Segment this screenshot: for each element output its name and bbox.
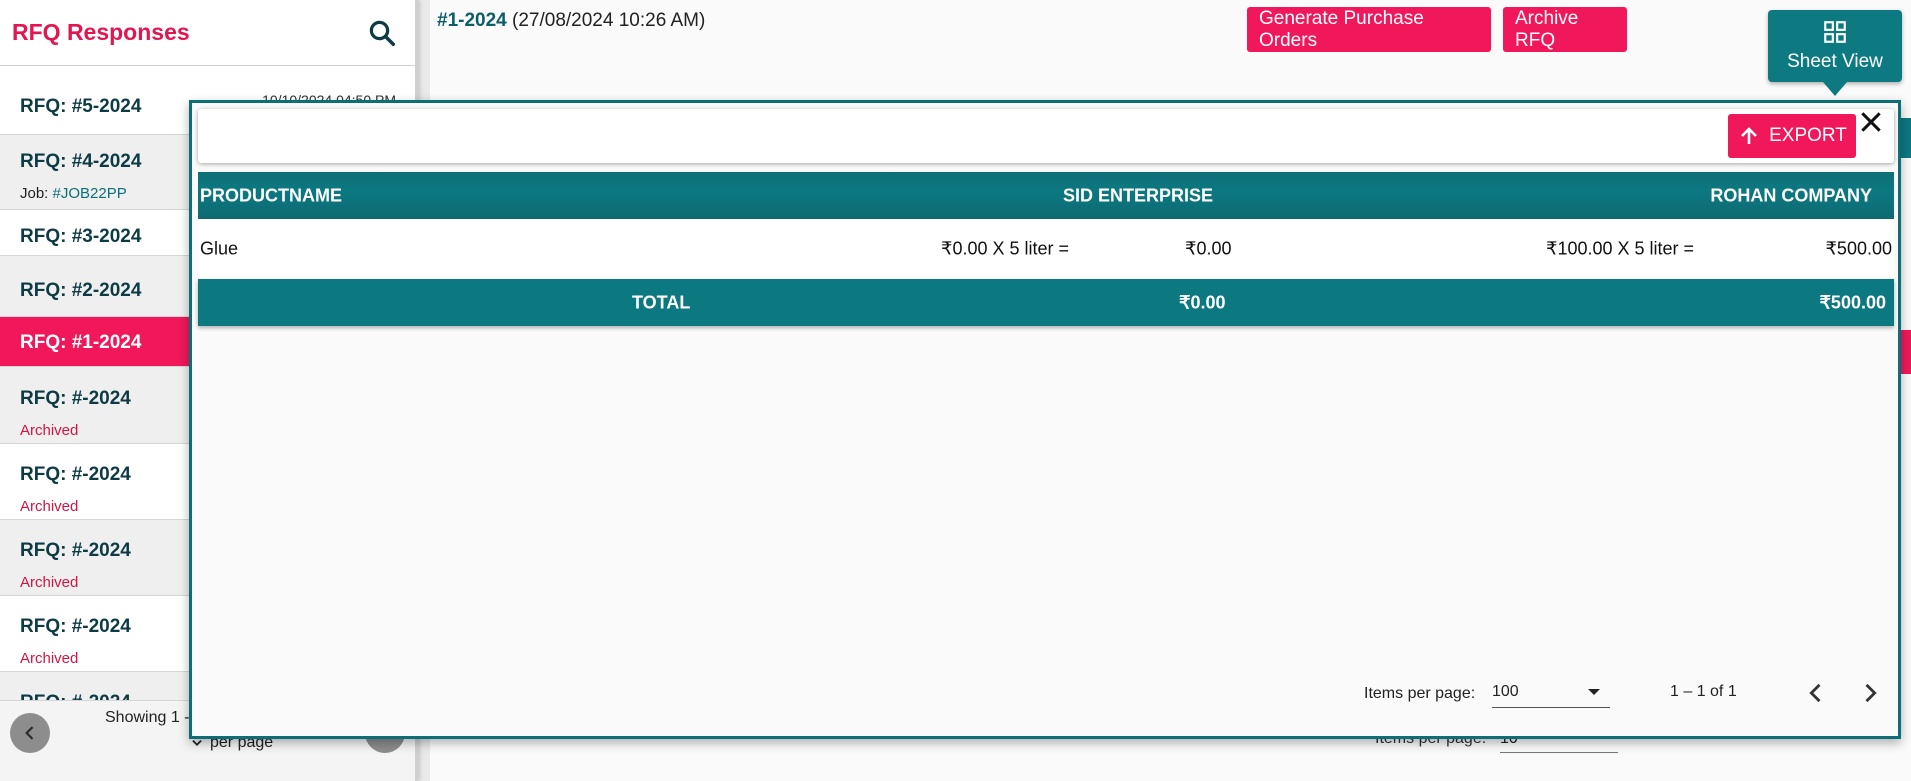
sheet-view-button[interactable]: Sheet View <box>1768 10 1902 96</box>
rfq-item-title: RFQ: #-2024 <box>20 388 131 409</box>
total-v2: ₹500.00 <box>1819 292 1886 312</box>
grid-total-row: TOTAL ₹0.00 ₹500.00 <box>198 279 1894 326</box>
export-label: EXPORT <box>1769 125 1847 146</box>
rfq-item-job: Job: #JOB22PP <box>20 185 127 202</box>
comparison-grid: PRODUCTNAME SID ENTERPRISE ROHAN COMPANY… <box>198 172 1894 326</box>
arrow-up-icon <box>1741 127 1758 144</box>
close-icon[interactable] <box>1858 109 1884 135</box>
rfq-item-title: RFQ: #1-2024 <box>20 332 142 353</box>
page-size-select[interactable]: 100 <box>1492 683 1610 708</box>
rfq-item-status: Archived <box>20 650 79 667</box>
bg-active-row-edge <box>1901 330 1911 374</box>
rfq-date: (27/08/2024 10:26 AM) <box>506 10 706 31</box>
rfq-item-title: RFQ: #5-2024 <box>20 96 142 117</box>
export-button[interactable]: EXPORT <box>1728 114 1856 158</box>
grid-toolbar: EXPORT <box>198 109 1894 163</box>
sheet-view-label: Sheet View <box>1787 51 1883 72</box>
sidebar-title: RFQ Responses <box>12 19 190 45</box>
generate-purchase-orders-button[interactable]: Generate Purchase Orders <box>1247 7 1491 52</box>
sheet-view-dialog: EXPORT PRODUCTNAME SID ENTERPRISE ROHAN … <box>189 100 1901 739</box>
rfq-item-title: RFQ: #4-2024 <box>20 151 142 172</box>
rfq-item-status: Archived <box>20 574 79 591</box>
header-productname[interactable]: PRODUCTNAME <box>200 185 342 206</box>
rfq-item-title: RFQ: #-2024 <box>20 540 131 561</box>
header-vendor-rohan-company[interactable]: ROHAN COMPANY <box>1710 185 1872 206</box>
job-label: Job: <box>20 185 53 202</box>
archive-rfq-button[interactable]: Archive RFQ <box>1503 7 1627 52</box>
items-per-page-label: Items per page: <box>1364 685 1476 702</box>
rfq-number: #1-2024 <box>437 10 507 31</box>
table-row: Glue ₹0.00 X 5 liter = ₹0.00 ₹100.00 X 5… <box>198 219 1894 279</box>
cell-v1-total: ₹0.00 <box>1185 238 1232 259</box>
rfq-heading: #1-2024 (27/08/2024 10:26 AM) <box>437 10 705 32</box>
page-size-value: 100 <box>1492 683 1519 700</box>
grid-header-row: PRODUCTNAME SID ENTERPRISE ROHAN COMPANY <box>198 172 1894 219</box>
chevron-left-icon <box>25 726 34 740</box>
page-range: 1 – 1 of 1 <box>1670 683 1737 700</box>
cell-v1-calc: ₹0.00 X 5 liter = <box>941 238 1070 259</box>
grid-paginator: Items per page: 100 1 – 1 of 1 <box>192 673 1898 723</box>
rfq-item-status: Archived <box>20 422 79 439</box>
total-v1: ₹0.00 <box>1179 292 1226 312</box>
search-icon[interactable] <box>367 18 397 48</box>
sidebar-prev-button[interactable] <box>10 713 50 753</box>
total-label: TOTAL <box>632 292 691 312</box>
header-vendor-sid-enterprise[interactable]: SID ENTERPRISE <box>1063 185 1213 206</box>
rfq-item-title: RFQ: #-2024 <box>20 464 131 485</box>
sidebar-header: RFQ Responses <box>0 0 415 66</box>
bg-grid-header-edge <box>1901 118 1911 158</box>
rfq-item-title: RFQ: #3-2024 <box>20 226 142 247</box>
prev-page-button[interactable] <box>1802 679 1830 707</box>
next-page-button[interactable] <box>1856 679 1884 707</box>
sidebar-showing-text: Showing 1 - <box>105 709 190 726</box>
rfq-item-status: Archived <box>20 498 79 515</box>
caret-down-icon <box>1588 689 1600 695</box>
job-link[interactable]: #JOB22PP <box>53 185 127 202</box>
cell-v2-calc: ₹100.00 X 5 liter = <box>1546 238 1695 259</box>
rfq-item-title: RFQ: #2-2024 <box>20 280 142 301</box>
rfq-item-title: RFQ: #-2024 <box>20 616 131 637</box>
cell-v2-total: ₹500.00 <box>1825 238 1892 259</box>
cell-product: Glue <box>200 238 239 259</box>
grid-icon <box>1824 21 1846 43</box>
